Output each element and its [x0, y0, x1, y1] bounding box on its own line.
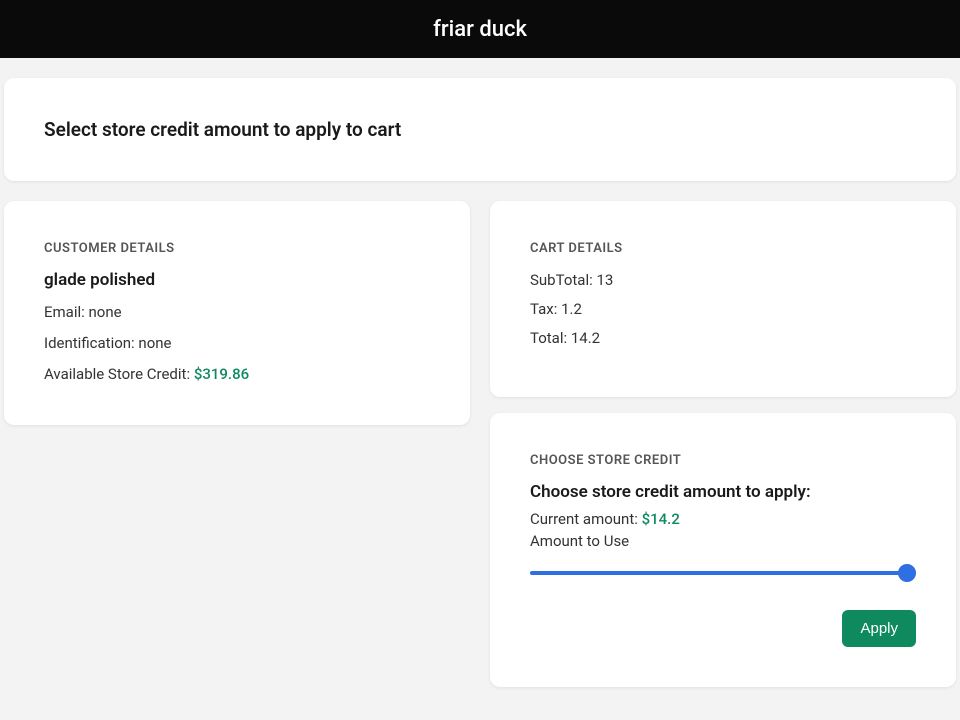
- right-column: CART DETAILS SubTotal: 13 Tax: 1.2 Total…: [490, 201, 956, 687]
- cart-tax-value: 1.2: [561, 300, 582, 318]
- customer-email-label: Email:: [44, 303, 89, 321]
- customer-credit-label: Available Store Credit:: [44, 365, 194, 383]
- customer-section-label: CUSTOMER DETAILS: [44, 241, 430, 256]
- customer-id-label: Identification:: [44, 334, 138, 352]
- content-grid: CUSTOMER DETAILS glade polished Email: n…: [4, 201, 956, 687]
- main-container: Select store credit amount to apply to c…: [0, 58, 960, 687]
- customer-email-line: Email: none: [44, 302, 430, 323]
- slider-wrap: [530, 560, 916, 580]
- cart-total-label: Total:: [530, 329, 571, 347]
- current-amount-line: Current amount: $14.2: [530, 510, 916, 528]
- customer-credit-line: Available Store Credit: $319.86: [44, 364, 430, 385]
- customer-email-value: none: [89, 303, 122, 321]
- cart-total-value: 14.2: [571, 329, 600, 347]
- cart-details-card: CART DETAILS SubTotal: 13 Tax: 1.2 Total…: [490, 201, 956, 397]
- title-card: Select store credit amount to apply to c…: [4, 78, 956, 181]
- customer-name: glade polished: [44, 270, 430, 290]
- apply-row: Apply: [530, 610, 916, 647]
- cart-subtotal-value: 13: [596, 271, 613, 289]
- app-header: friar duck: [0, 0, 960, 58]
- amount-slider[interactable]: [530, 571, 916, 575]
- cart-subtotal-label: SubTotal:: [530, 271, 596, 289]
- app-title: friar duck: [433, 17, 527, 42]
- choose-title: Choose store credit amount to apply:: [530, 482, 916, 502]
- cart-section-label: CART DETAILS: [530, 241, 916, 256]
- page-title: Select store credit amount to apply to c…: [44, 118, 916, 141]
- apply-button[interactable]: Apply: [842, 610, 916, 647]
- cart-tax-label: Tax:: [530, 300, 561, 318]
- cart-subtotal-line: SubTotal: 13: [530, 270, 916, 291]
- slider-label: Amount to Use: [530, 532, 916, 550]
- cart-total-line: Total: 14.2: [530, 328, 916, 349]
- current-amount-label: Current amount:: [530, 510, 642, 528]
- customer-id-value: none: [138, 334, 171, 352]
- customer-details-card: CUSTOMER DETAILS glade polished Email: n…: [4, 201, 470, 425]
- choose-section-label: CHOOSE STORE CREDIT: [530, 453, 916, 468]
- current-amount-value: $14.2: [642, 510, 680, 528]
- customer-id-line: Identification: none: [44, 333, 430, 354]
- customer-credit-value: $319.86: [194, 365, 249, 383]
- cart-tax-line: Tax: 1.2: [530, 299, 916, 320]
- choose-credit-card: CHOOSE STORE CREDIT Choose store credit …: [490, 413, 956, 687]
